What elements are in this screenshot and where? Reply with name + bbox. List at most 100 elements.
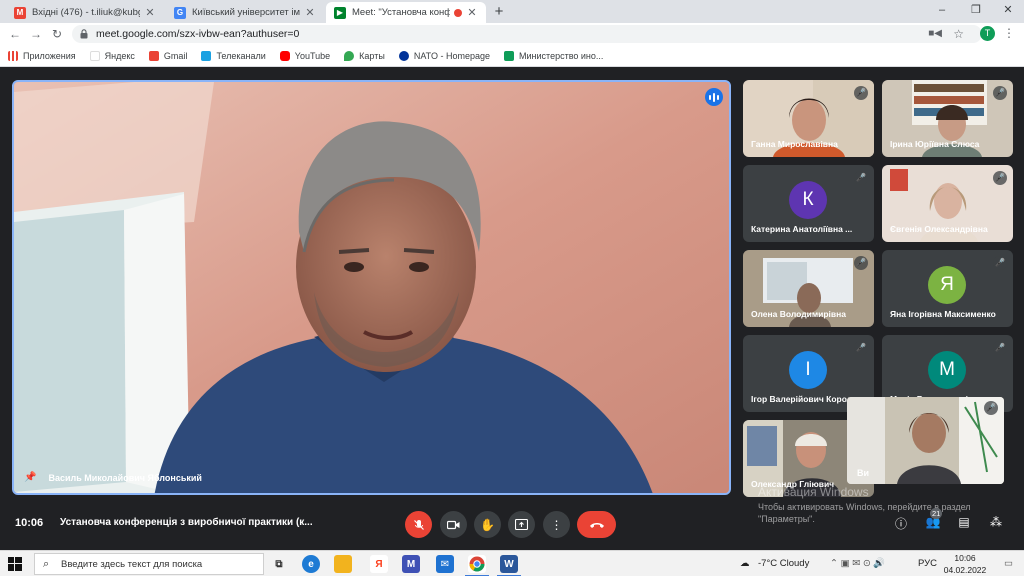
participant-avatar: К: [789, 181, 827, 219]
windows-activation-title: Активация Windows: [758, 485, 869, 499]
windows-start-icon[interactable]: [8, 557, 22, 571]
participant-tile[interactable]: 🎤 Ганна Мирославівна: [743, 80, 874, 157]
present-screen-button[interactable]: [508, 511, 535, 538]
mic-off-icon: 🎤: [854, 86, 868, 100]
maps-icon: [344, 50, 355, 61]
self-video: [847, 397, 1004, 484]
minimize-button[interactable]: –: [926, 0, 958, 20]
tab-gmail[interactable]: M Вхідні (476) - t.iliuk@kubg.edu.ua ✕: [6, 2, 164, 23]
bookmark-yandex[interactable]: Яндекс: [89, 50, 135, 61]
participant-tile[interactable]: К 🎤 Катерина Анатоліївна ...: [743, 165, 874, 242]
bookmark-maps[interactable]: Карты: [344, 50, 385, 61]
more-options-button[interactable]: ⋮: [543, 511, 570, 538]
new-tab-button[interactable]: +: [490, 3, 508, 21]
participant-name: Олена Володимирівна: [751, 309, 846, 319]
speaker-video: [14, 82, 729, 493]
language-indicator[interactable]: РУС: [918, 558, 937, 569]
close-tab-icon[interactable]: ✕: [466, 6, 478, 19]
pin-icon[interactable]: 📌: [24, 472, 36, 483]
back-button[interactable]: ←: [6, 25, 24, 43]
bookmark-nato[interactable]: NATO - Homepage: [398, 50, 490, 61]
present-screen-icon: [515, 519, 528, 530]
tab-title: Київський університет імені Бор: [192, 7, 300, 18]
browser-menu-icon[interactable]: ⋮: [1003, 26, 1015, 40]
tab-university[interactable]: G Київський університет імені Бор ✕: [166, 2, 324, 23]
weather-icon[interactable]: ☁: [740, 558, 750, 569]
participant-tile[interactable]: 🎤 Ірина Юріївна Слюса: [882, 80, 1013, 157]
meeting-details-icon[interactable]: ⓘ: [892, 515, 910, 533]
taskbar-search-box[interactable]: ⌕ Введите здесь текст для поиска: [34, 553, 264, 575]
yandex-browser-icon[interactable]: Я: [370, 555, 388, 573]
mic-off-icon: 🎤: [854, 171, 868, 185]
participant-avatar: Я: [928, 266, 966, 304]
browser-toolbar: ← → ↻ meet.google.com/szx-ivbw-ean?authu…: [0, 23, 1024, 45]
url-text: meet.google.com/szx-ivbw-ean?authuser=0: [96, 28, 300, 40]
camera-in-use-icon[interactable]: ■◀: [928, 28, 942, 39]
reload-button[interactable]: ↻: [48, 25, 66, 43]
mic-off-icon: 🎤: [854, 341, 868, 355]
bookmark-ministry[interactable]: Министерство ино...: [504, 50, 603, 61]
notifications-icon[interactable]: ▭: [1004, 558, 1013, 569]
close-window-button[interactable]: ✕: [992, 0, 1024, 20]
file-explorer-icon[interactable]: [334, 555, 352, 573]
maximize-button[interactable]: ❐: [960, 0, 992, 20]
bookmarks-bar: Приложения Яндекс Gmail Телеканали YouTu…: [0, 45, 1024, 67]
weather-text[interactable]: -7°C Cloudy: [758, 558, 809, 569]
mic-off-icon: 🎤: [984, 401, 998, 415]
meeting-title: Установча конференція з виробничої практ…: [60, 517, 313, 528]
taskbar-clock[interactable]: 10:06 04.02.2022: [940, 552, 990, 576]
meeting-clock: 10:06: [15, 517, 44, 529]
bookmark-star-icon[interactable]: ☆: [953, 27, 964, 41]
tab-meet[interactable]: ▶ Meet: "Установча конференц ✕: [326, 2, 486, 23]
mic-off-icon: [413, 519, 424, 530]
mic-toggle-button[interactable]: [405, 511, 432, 538]
forward-button[interactable]: →: [27, 25, 45, 43]
participant-name: Катерина Анатоліївна ...: [751, 224, 853, 234]
google-sites-icon: G: [174, 6, 186, 19]
raise-hand-button[interactable]: ✋: [474, 511, 501, 538]
yandex-icon: [89, 50, 100, 61]
hang-up-icon: [589, 522, 604, 528]
bookmark-tv[interactable]: Телеканали: [201, 50, 266, 61]
meet-icon: ▶: [334, 6, 346, 19]
chrome-icon[interactable]: [468, 555, 486, 573]
profile-avatar[interactable]: T: [980, 26, 995, 41]
bookmark-gmail[interactable]: Gmail: [148, 50, 187, 61]
close-tab-icon[interactable]: ✕: [304, 6, 316, 19]
recording-indicator-icon: [454, 8, 462, 17]
search-icon: ⌕: [43, 558, 50, 570]
bookmark-apps[interactable]: Приложения: [8, 50, 76, 61]
windows-taskbar: ⌕ Введите здесь текст для поиска ⧉ e Я M…: [0, 550, 1024, 576]
app-icon[interactable]: M: [402, 555, 420, 573]
leave-call-button[interactable]: [577, 511, 616, 538]
address-bar[interactable]: meet.google.com/szx-ivbw-ean?authuser=0 …: [72, 25, 982, 43]
participant-tile[interactable]: 🎤 Олена Володимирівна: [743, 250, 874, 327]
chat-icon[interactable]: ▤: [955, 515, 973, 533]
ministry-icon: [504, 50, 515, 61]
gmail-icon: M: [14, 6, 26, 19]
task-view-icon[interactable]: ⧉: [270, 555, 288, 573]
close-tab-icon[interactable]: ✕: [144, 6, 156, 19]
participant-tile[interactable]: Я 🎤 Яна Ігорівна Максименко: [882, 250, 1013, 327]
search-placeholder: Введите здесь текст для поиска: [61, 559, 203, 570]
hand-icon: ✋: [480, 517, 495, 532]
system-tray-icons[interactable]: ⌃ ▣ ✉ ⊙ 🔊: [830, 558, 885, 569]
self-view-tile[interactable]: 🎤 Ви: [847, 397, 1004, 484]
mail-icon[interactable]: ✉: [436, 555, 454, 573]
main-speaker-tile[interactable]: 📌 Василь Миколайович Яблонський: [12, 80, 731, 495]
main-speaker-name-label: 📌 Василь Миколайович Яблонський: [24, 472, 202, 483]
apps-grid-icon: [8, 50, 18, 61]
edge-icon[interactable]: e: [302, 555, 320, 573]
participant-tile[interactable]: 🎤 Євгенія Олександрівна: [882, 165, 1013, 242]
meet-call-area: 📌 Василь Миколайович Яблонський 🎤 Ганна …: [0, 67, 1024, 550]
tv-icon: [201, 50, 212, 61]
mic-off-icon: 🎤: [993, 171, 1007, 185]
camera-toggle-button[interactable]: [440, 511, 467, 538]
activities-icon[interactable]: ⁂: [987, 515, 1005, 533]
nato-icon: [398, 50, 409, 61]
bookmark-youtube[interactable]: YouTube: [279, 50, 330, 61]
participant-name: Євгенія Олександрівна: [890, 224, 988, 234]
gmail-icon: [148, 50, 159, 61]
word-icon[interactable]: W: [500, 555, 518, 573]
self-label: Ви: [857, 468, 870, 478]
